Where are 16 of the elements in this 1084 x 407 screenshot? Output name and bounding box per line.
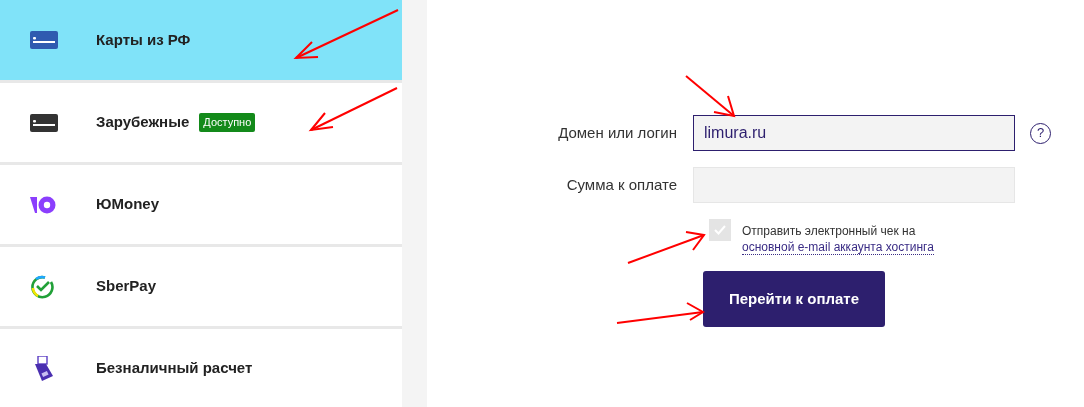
pay-button[interactable]: Перейти к оплате xyxy=(703,271,885,327)
payment-method-item[interactable]: Карты из РФ xyxy=(0,0,402,80)
input-field[interactable]: limura.ru xyxy=(693,115,1015,151)
receipt-label: Отправить электронный чек на xyxy=(742,224,916,238)
logo-icon xyxy=(30,195,56,214)
field-label: Сумма к оплате xyxy=(565,174,678,195)
email-link[interactable]: основной e-mail аккаунта хостинга xyxy=(742,240,934,255)
check-icon xyxy=(714,225,726,235)
card-icon xyxy=(30,113,58,132)
status-badge: Доступно xyxy=(199,113,256,132)
check-circle-icon xyxy=(30,274,54,299)
card-icon xyxy=(30,31,58,49)
field-label: Домен или логин xyxy=(557,122,678,143)
arrow-annotation xyxy=(685,75,736,118)
input-field[interactable] xyxy=(693,167,1015,203)
checkbox[interactable] xyxy=(709,219,731,241)
